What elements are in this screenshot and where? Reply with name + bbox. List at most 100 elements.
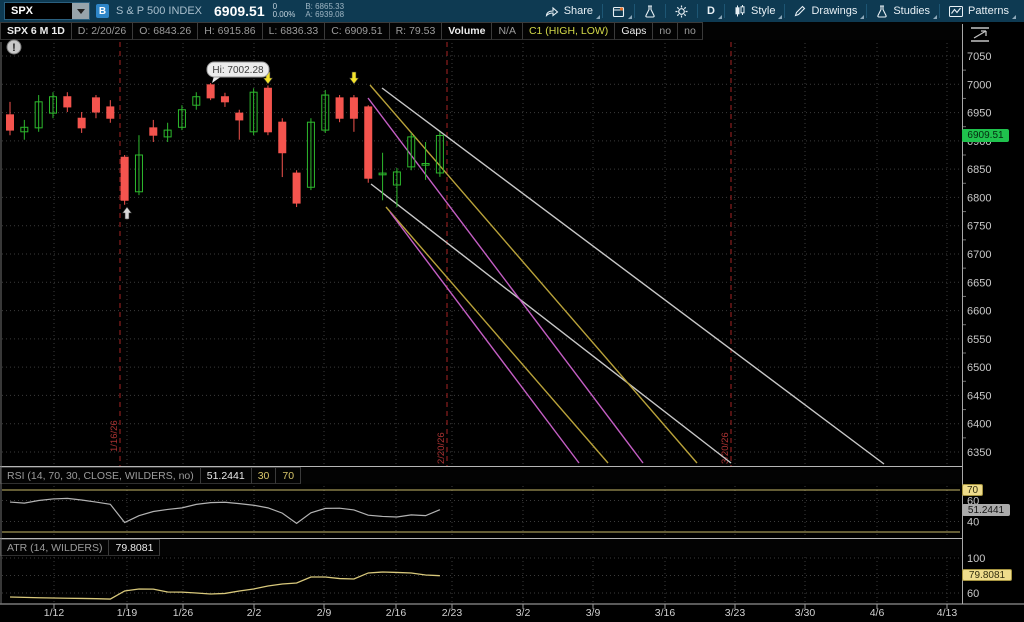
chart-style-icon — [734, 5, 746, 17]
candle-body — [107, 107, 114, 118]
price-axis-label: 6450 — [967, 390, 991, 402]
atr-axis-label: 100 — [967, 553, 985, 565]
rsi-value-badge: 51.2441 — [962, 504, 1010, 516]
change-block: 0 0.00% — [273, 3, 296, 19]
hi-tooltip-text: Hi: 7002.28 — [212, 65, 264, 76]
price-axis-label: 6500 — [967, 362, 991, 374]
patterns-label: Patterns — [968, 5, 1009, 17]
date-label: 2/23 — [442, 607, 463, 619]
date-label: 2/2 — [247, 607, 262, 619]
timeframe-button[interactable]: D — [698, 0, 724, 22]
flask-icon — [644, 5, 656, 18]
candle-body — [365, 107, 372, 178]
rsi-overbought-badge: 70 — [962, 484, 983, 496]
quick-study-button[interactable] — [635, 0, 665, 22]
date-label: 3/16 — [655, 607, 676, 619]
flask-icon — [876, 5, 888, 18]
candle-body — [236, 113, 243, 120]
date-label: 1/19 — [117, 607, 138, 619]
date-label: 1/12 — [44, 607, 65, 619]
price-axis-label: 6650 — [967, 277, 991, 289]
autoscale-icon[interactable] — [974, 31, 986, 38]
atr-line — [10, 572, 440, 599]
calendar-icon — [612, 5, 625, 18]
expiration-line-label: 1/16/26 — [109, 420, 120, 452]
date-label: 3/2 — [516, 607, 531, 619]
price-axis-label: 6600 — [967, 306, 991, 318]
trend-line[interactable] — [390, 212, 579, 463]
last-price-axis-badge: 6909.51 — [962, 129, 1009, 142]
signal-arrow-up — [123, 207, 132, 219]
price-axis-label: 6400 — [967, 419, 991, 431]
candle-body — [92, 98, 99, 112]
date-label: 1/26 — [173, 607, 194, 619]
price-axis-label: 7000 — [967, 79, 991, 91]
date-label: 4/13 — [937, 607, 958, 619]
timeframe-label: D — [707, 5, 715, 17]
price-axis-label: 6950 — [967, 108, 991, 120]
share-button[interactable]: Share — [536, 0, 602, 22]
price-axis-label: 6800 — [967, 192, 991, 204]
gear-icon — [675, 5, 688, 18]
price-axis-label: 6350 — [967, 447, 991, 459]
drawings-button[interactable]: Drawings — [785, 0, 866, 22]
candle-body — [121, 157, 128, 200]
symbol-description: S & P 500 INDEX — [116, 5, 202, 17]
candle-body — [221, 97, 228, 102]
bid-ask-block: B: 6865.33 A: 6939.08 — [305, 3, 344, 19]
symbol-dropdown-arrow[interactable] — [72, 3, 89, 19]
symbol-combobox[interactable]: SPX — [4, 2, 90, 20]
settings-button[interactable] — [666, 0, 697, 22]
atr-value-badge: 79.8081 — [962, 569, 1012, 581]
date-label: 2/9 — [317, 607, 332, 619]
trend-line[interactable] — [382, 88, 884, 464]
last-price: 6909.51 — [214, 3, 265, 19]
expiration-line-label: 2/20/26 — [436, 432, 447, 464]
trend-line[interactable] — [370, 85, 697, 463]
candle-body — [64, 97, 71, 107]
style-label: Style — [751, 5, 775, 17]
chart-canvas[interactable]: 6350 6400 6450 6500 6550 6600 6650 6700 6750 6800… — [0, 22, 1024, 622]
date-label: 3/9 — [586, 607, 601, 619]
date-label: 3/30 — [795, 607, 816, 619]
candle-body — [78, 118, 85, 128]
ask-value: A: 6939.08 — [305, 11, 344, 19]
price-axis-label: 6850 — [967, 164, 991, 176]
patterns-button[interactable]: Patterns — [940, 0, 1018, 22]
candle-body — [336, 98, 343, 118]
date-label: 2/16 — [386, 607, 407, 619]
drawings-label: Drawings — [811, 5, 857, 17]
candle-body — [350, 98, 357, 118]
date-label: 4/6 — [870, 607, 885, 619]
share-icon — [545, 5, 559, 17]
price-axis-label: 6750 — [967, 221, 991, 233]
date-label: 3/23 — [725, 607, 746, 619]
signal-arrow-down — [350, 72, 359, 84]
rsi-axis-label: 40 — [967, 517, 979, 529]
candle-body — [293, 173, 300, 203]
chart-link-badge[interactable]: B — [96, 4, 109, 18]
studies-label: Studies — [893, 5, 930, 17]
patterns-icon — [949, 6, 963, 17]
trend-line[interactable] — [368, 98, 643, 463]
share-label: Share — [564, 5, 593, 17]
candle-body — [279, 122, 286, 153]
candle-body — [264, 88, 271, 132]
candle-body — [150, 128, 157, 135]
price-axis-label: 6700 — [967, 249, 991, 261]
events-button[interactable] — [603, 0, 634, 22]
candle-body — [7, 115, 14, 130]
price-axis-label: 7050 — [967, 51, 991, 63]
change-percent: 0.00% — [273, 11, 296, 19]
top-toolbar: SPX B S & P 500 INDEX 6909.51 0 0.00% B:… — [0, 0, 1024, 22]
info-icon-glyph: ! — [12, 42, 16, 54]
style-button[interactable]: Style — [725, 0, 784, 22]
pencil-icon — [794, 5, 806, 17]
symbol-input[interactable]: SPX — [5, 3, 72, 19]
studies-button[interactable]: Studies — [867, 0, 939, 22]
rsi-line — [10, 498, 440, 523]
trend-line[interactable] — [386, 207, 608, 463]
candle-body — [207, 85, 214, 98]
price-axis-label: 6550 — [967, 334, 991, 346]
atr-axis-label: 60 — [967, 588, 979, 600]
